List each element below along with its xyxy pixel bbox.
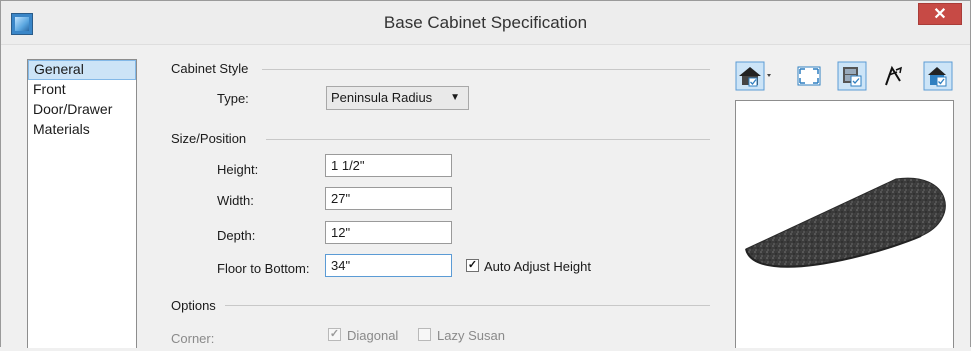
floor-to-bottom-label: Floor to Bottom: [217,261,310,276]
lazy-susan-label: Lazy Susan [437,328,505,343]
select-view-button[interactable] [923,61,953,91]
fit-to-window-button[interactable] [794,61,824,91]
auto-adjust-height-checkbox[interactable]: ✓ [466,259,479,272]
width-label: Width: [217,193,254,208]
options-section-label: Options [171,298,216,313]
view-camera-button[interactable] [735,61,775,91]
sidebar-item-materials[interactable]: Materials [28,120,136,140]
select-view-icon [923,61,953,91]
type-label: Type: [217,91,249,106]
category-list: General Front Door/Drawer Materials [27,59,137,348]
height-label: Height: [217,162,259,177]
options-divider [225,305,710,306]
cabinet-style-section-label: Cabinet Style [171,61,249,76]
floor-to-bottom-field[interactable]: 34" [325,254,452,277]
cabinet-preview-image [745,177,946,268]
width-field[interactable]: 27" [325,187,452,210]
depth-label: Depth: [217,228,256,243]
sidebar-item-general[interactable]: General [28,60,136,80]
size-position-divider [266,139,710,140]
fit-to-window-icon [797,66,821,86]
orbit-button[interactable] [878,61,908,91]
chevron-down-icon: ▼ [450,92,460,103]
sidebar-item-door-drawer[interactable]: Door/Drawer [28,100,136,120]
show-cabinet-icon [837,61,867,91]
dialog-content: General Front Door/Drawer Materials Cabi… [1,45,970,348]
title-bar: Base Cabinet Specification ✕ [1,1,970,45]
diagonal-checkbox[interactable]: ✓ [328,328,341,341]
size-position-section-label: Size/Position [171,131,247,146]
cabinet-style-divider [262,69,710,70]
corner-label: Corner: [171,331,215,346]
diagonal-label: Diagonal [347,328,399,343]
window-title: Base Cabinet Specification [383,13,588,32]
base-cabinet-dialog: Base Cabinet Specification ✕ General Fro… [0,0,971,348]
close-button[interactable]: ✕ [918,3,962,25]
show-cabinet-button[interactable] [837,61,867,91]
cabinet-type-select[interactable]: Peninsula Radius ▼ [326,86,469,110]
height-field[interactable]: 1 1/2" [325,154,452,177]
sidebar-item-front[interactable]: Front [28,80,136,100]
depth-field[interactable]: 12" [325,221,452,244]
preview-panel [735,100,954,348]
auto-adjust-height-label: Auto Adjust Height [484,259,591,274]
lazy-susan-checkbox[interactable] [418,328,431,341]
cabinet-type-value: Peninsula Radius [331,90,433,105]
orbit-icon [885,65,903,86]
view-camera-icon [735,61,771,91]
